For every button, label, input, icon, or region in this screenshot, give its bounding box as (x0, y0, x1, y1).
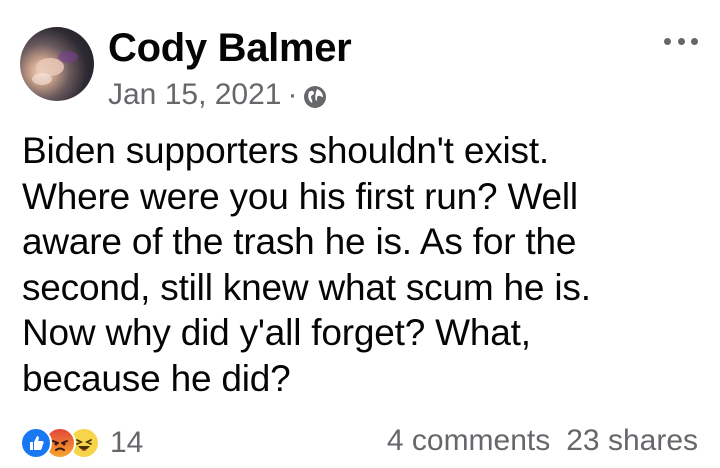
globe-icon (303, 83, 327, 108)
reaction-count: 14 (110, 426, 144, 459)
author-name[interactable]: Cody Balmer (108, 26, 352, 70)
reactions-summary[interactable]: 14 (20, 426, 143, 460)
more-options-icon[interactable] (664, 34, 698, 48)
shares-count-link[interactable]: 23 shares (566, 424, 698, 458)
post-text: Biden supporters shouldn't exist. Where … (22, 130, 591, 399)
comments-count-link[interactable]: 4 comments (387, 424, 550, 458)
post-date[interactable]: Jan 15, 2021 (108, 78, 281, 112)
engagement-stats: 4 comments 23 shares (387, 424, 698, 458)
post-footer: 14 4 comments 23 shares (0, 420, 720, 464)
dot (691, 37, 698, 45)
like-reaction-icon (20, 427, 52, 459)
avatar[interactable] (20, 27, 94, 101)
dot (664, 37, 671, 45)
post-card: Cody Balmer Jan 15, 2021 · Biden support… (0, 0, 720, 468)
post-meta: Jan 15, 2021 · (108, 78, 327, 112)
dot (677, 37, 685, 45)
meta-separator: · (287, 78, 298, 111)
